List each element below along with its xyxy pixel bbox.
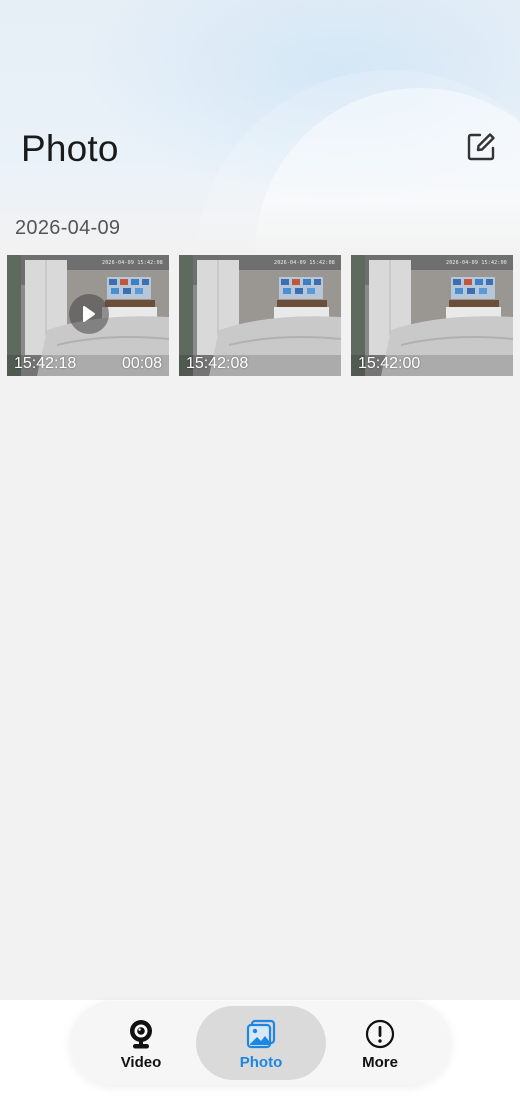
tab-photo[interactable]: Photo <box>196 1006 326 1080</box>
media-thumbnail-video[interactable]: 2026-04-09 15:42:08 15:42:18 00:08 <box>7 255 169 376</box>
webcam-icon <box>125 1018 157 1050</box>
capture-time: 15:42:08 <box>186 355 249 372</box>
tab-label: Photo <box>239 1054 283 1071</box>
page-title: Photo <box>21 128 119 169</box>
media-grid: 2026-04-09 15:42:08 15:42:18 00:08 2026-… <box>7 255 514 377</box>
play-icon <box>83 306 95 322</box>
tab-more[interactable]: More <box>315 1006 445 1080</box>
tab-video[interactable]: Video <box>76 1006 206 1080</box>
media-thumbnail-photo[interactable]: 2026-04-09 15:42:00 15:42:00 <box>351 255 513 376</box>
overlay-timestamp: 2026-04-09 15:42:08 <box>102 260 163 266</box>
date-section-header: 2026-04-09 <box>15 217 121 239</box>
edit-button[interactable] <box>462 128 500 166</box>
play-button[interactable] <box>69 294 109 334</box>
bottom-tab-bar: Video Photo More <box>70 1001 451 1085</box>
overlay-timestamp: 2026-04-09 15:42:08 <box>274 260 335 266</box>
capture-time: 15:42:18 <box>14 355 77 372</box>
exclamation-circle-icon <box>364 1018 396 1050</box>
tab-label: Video <box>120 1054 162 1071</box>
tab-label: More <box>362 1054 398 1071</box>
edit-icon <box>467 133 495 161</box>
video-duration: 00:08 <box>121 355 162 372</box>
overlay-timestamp: 2026-04-09 15:42:00 <box>446 260 507 266</box>
capture-time: 15:42:00 <box>358 355 421 372</box>
media-thumbnail-photo[interactable]: 2026-04-09 15:42:08 15:42:08 <box>179 255 341 376</box>
image-icon <box>245 1018 277 1050</box>
